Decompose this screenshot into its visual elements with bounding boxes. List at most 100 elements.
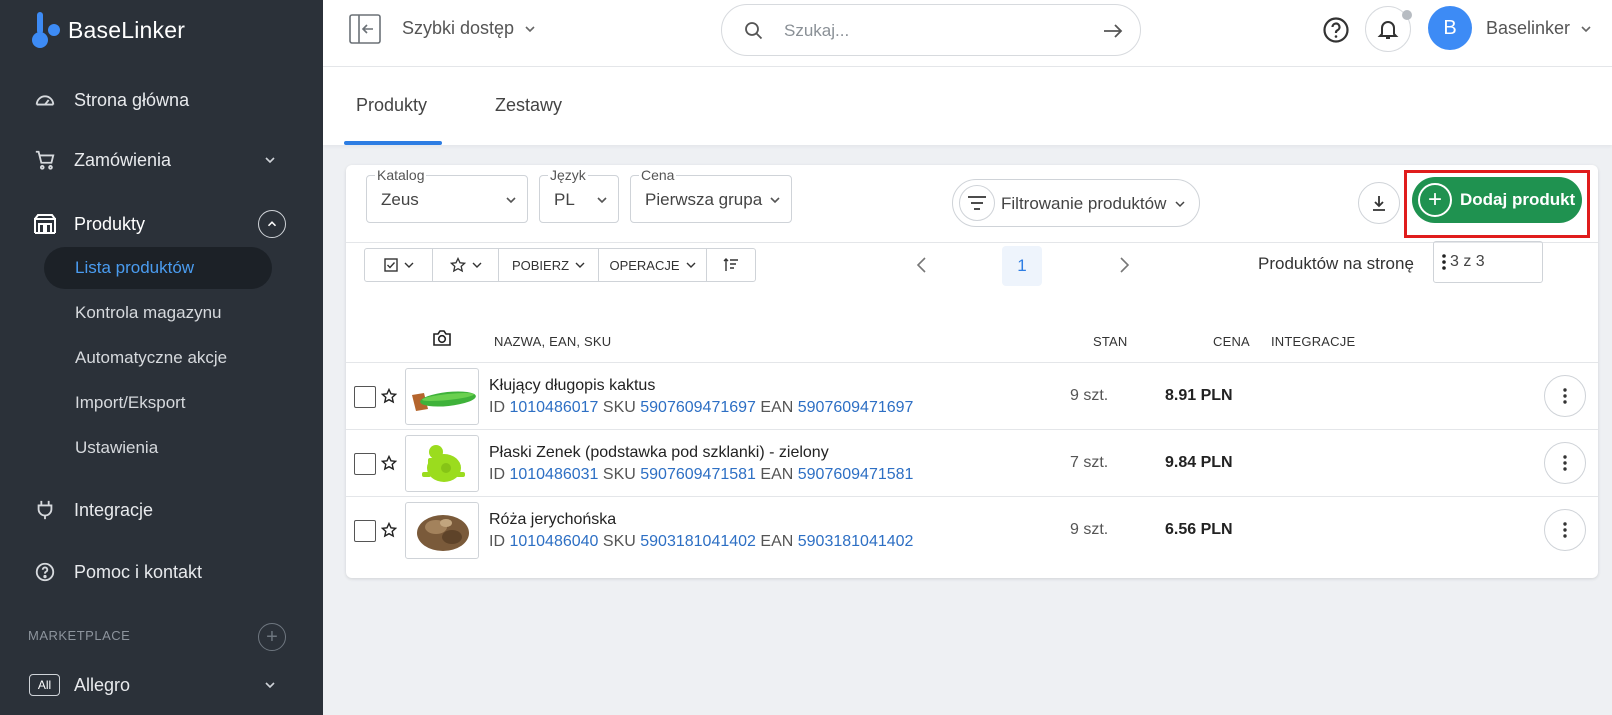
- table-row[interactable]: Płaski Zenek (podstawka pod szklanki) - …: [346, 430, 1598, 497]
- product-stock[interactable]: 9 szt.: [1070, 521, 1108, 539]
- product-ean-link[interactable]: 5907609471581: [798, 466, 914, 483]
- bell-icon: [1377, 21, 1399, 39]
- sort-button[interactable]: [707, 249, 755, 281]
- collapse-button[interactable]: [258, 210, 286, 238]
- help-icon[interactable]: [1322, 16, 1350, 44]
- product-stock[interactable]: 9 szt.: [1070, 387, 1108, 405]
- product-price[interactable]: 9.84 PLN: [1165, 454, 1233, 472]
- product-sku-link[interactable]: 5903181041402: [640, 533, 756, 550]
- product-thumbnail[interactable]: [405, 502, 479, 559]
- checkbox-icon: [383, 258, 398, 272]
- product-price[interactable]: 6.56 PLN: [1165, 521, 1233, 539]
- product-price[interactable]: 8.91 PLN: [1165, 387, 1233, 405]
- add-product-label: Dodaj produkt: [1460, 190, 1576, 209]
- tab-sets[interactable]: Zestawy: [495, 95, 562, 116]
- per-page-select[interactable]: 3 z 3: [1433, 241, 1543, 283]
- filter-products-button[interactable]: Filtrowanie produktów: [952, 179, 1200, 227]
- user-menu[interactable]: Baselinker: [1486, 18, 1592, 39]
- logo[interactable]: BaseLinker: [30, 10, 185, 50]
- row-checkbox[interactable]: [354, 520, 376, 542]
- add-product-button[interactable]: + Dodaj produkt: [1412, 177, 1582, 223]
- chevron-down-icon: [1175, 201, 1185, 208]
- sidebar-item-home[interactable]: Strona główna: [0, 78, 323, 122]
- product-id-link[interactable]: 1010486031: [509, 466, 598, 483]
- product-thumbnail[interactable]: [405, 435, 479, 492]
- row-checkbox[interactable]: [354, 386, 376, 408]
- avatar[interactable]: B: [1428, 6, 1472, 50]
- ean-label: EAN: [760, 533, 794, 550]
- header-stock[interactable]: STAN: [1093, 334, 1128, 349]
- download-icon: [1373, 196, 1385, 211]
- search-input[interactable]: [784, 18, 1084, 44]
- filter-icon: [959, 185, 995, 221]
- products-card: Katalog Zeus Język PL Cena Pierwsza grup…: [346, 165, 1598, 578]
- quick-access-dropdown[interactable]: Szybki dostęp: [402, 18, 536, 39]
- star-icon[interactable]: [381, 455, 397, 471]
- chevron-down-icon: [506, 197, 516, 204]
- panel-toggle-icon[interactable]: [349, 14, 381, 44]
- product-name[interactable]: Róża jerychońska: [489, 511, 616, 529]
- sidebar-item-help[interactable]: Pomoc i kontakt: [0, 550, 323, 594]
- language-select[interactable]: Język PL: [539, 167, 619, 223]
- sidebar-item-orders[interactable]: Zamówienia: [0, 138, 323, 182]
- product-id-link[interactable]: 1010486017: [509, 399, 598, 416]
- product-sku-link[interactable]: 5907609471697: [640, 399, 756, 416]
- id-label: ID: [489, 399, 505, 416]
- arrow-right-icon[interactable]: [1102, 21, 1124, 41]
- sidebar-subitem-product-list[interactable]: Lista produktów: [44, 247, 272, 289]
- sidebar-item-allegro[interactable]: All Allegro: [0, 663, 323, 707]
- product-ean-link[interactable]: 5907609471697: [798, 399, 914, 416]
- table-row[interactable]: Kłujący długopis kaktus ID 1010486017 SK…: [346, 363, 1598, 430]
- camera-icon: [433, 330, 451, 346]
- row-menu-button[interactable]: [1544, 509, 1586, 551]
- download-button[interactable]: [1358, 182, 1400, 224]
- star-icon[interactable]: [381, 388, 397, 404]
- price-caption: Cena: [639, 167, 677, 183]
- download-dropdown[interactable]: POBIERZ: [499, 249, 599, 281]
- sidebar-item-products[interactable]: Produkty: [0, 202, 323, 246]
- row-menu-button[interactable]: [1544, 442, 1586, 484]
- tab-products[interactable]: Produkty: [356, 95, 427, 116]
- sidebar-item-integrations[interactable]: Integracje: [0, 488, 323, 532]
- row-menu-button[interactable]: [1544, 375, 1586, 417]
- language-value: PL: [554, 190, 575, 209]
- marketplace-section-label: MARKETPLACE: [28, 628, 131, 643]
- product-name[interactable]: Płaski Zenek (podstawka pod szklanki) - …: [489, 444, 829, 462]
- sidebar-subitem-stock-control[interactable]: Kontrola magazynu: [44, 292, 272, 334]
- header-integrations: INTEGRACJE: [1271, 334, 1356, 349]
- chevron-down-icon: [265, 682, 275, 689]
- sidebar-item-label: Zamówienia: [74, 149, 172, 170]
- sidebar-subitem-settings[interactable]: Ustawienia: [44, 427, 272, 469]
- filter-products-label: Filtrowanie produktów: [1001, 194, 1167, 213]
- price-group-select[interactable]: Cena Pierwsza grupa: [630, 167, 792, 223]
- chevron-left-icon[interactable]: [912, 255, 932, 275]
- product-stock[interactable]: 7 szt.: [1070, 454, 1108, 472]
- operations-dropdown[interactable]: OPERACJE: [599, 249, 707, 281]
- product-ean-link[interactable]: 5903181041402: [798, 533, 914, 550]
- row-checkbox[interactable]: [354, 453, 376, 475]
- header-name[interactable]: NAZWA, EAN, SKU: [494, 334, 611, 349]
- product-sku-link[interactable]: 5907609471581: [640, 466, 756, 483]
- id-label: ID: [489, 533, 505, 550]
- product-name[interactable]: Kłujący długopis kaktus: [489, 377, 655, 395]
- current-page[interactable]: 1: [1002, 246, 1042, 286]
- header-price[interactable]: CENA: [1213, 334, 1250, 349]
- baselinker-logo-icon: [32, 12, 60, 48]
- sidebar-subitem-import-export[interactable]: Import/Eksport: [44, 382, 272, 424]
- chevron-right-icon[interactable]: [1114, 255, 1134, 275]
- star-icon[interactable]: [381, 522, 397, 538]
- chevron-down-icon: [770, 197, 780, 204]
- table-row[interactable]: Róża jerychońska ID 1010486040 SKU 59031…: [346, 497, 1598, 564]
- chevron-down-icon: [1581, 25, 1591, 32]
- chevron-down-icon: [525, 25, 535, 32]
- select-all-dropdown[interactable]: [365, 249, 433, 281]
- sidebar-subitem-auto-actions[interactable]: Automatyczne akcje: [44, 337, 272, 379]
- product-thumbnail[interactable]: [405, 368, 479, 425]
- add-marketplace-button[interactable]: +: [258, 623, 286, 651]
- sidebar-item-label: Strona główna: [74, 89, 190, 110]
- product-id-link[interactable]: 1010486040: [509, 533, 598, 550]
- catalog-select[interactable]: Katalog Zeus: [366, 167, 528, 223]
- chevron-up-icon: [267, 221, 277, 227]
- sidebar: BaseLinker Strona główna Zamówienia Prod…: [0, 0, 323, 715]
- favorites-dropdown[interactable]: [433, 249, 499, 281]
